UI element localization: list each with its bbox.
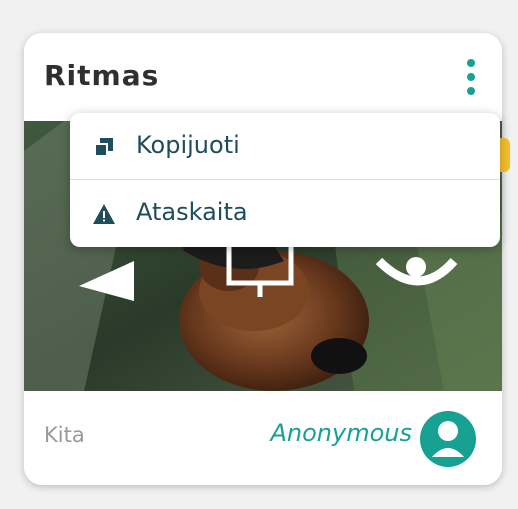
category-label: Kita (44, 423, 85, 447)
game-card[interactable]: Ritmas Kita Anonymous (24, 33, 502, 485)
card-footer: Kita Anonymous (24, 391, 502, 485)
menu-item-label: Kopijuoti (136, 131, 240, 159)
author-name[interactable]: Anonymous (270, 419, 412, 447)
card-title: Ritmas (44, 59, 160, 92)
user-avatar-icon[interactable] (420, 411, 476, 467)
menu-item-copy[interactable]: Kopijuoti (70, 113, 500, 180)
warning-icon (92, 202, 116, 226)
copy-icon (92, 135, 116, 159)
card-options-menu: Kopijuoti Ataskaita (70, 113, 500, 247)
card-header: Ritmas (24, 33, 502, 121)
side-tab (500, 138, 510, 172)
menu-item-label: Ataskaita (136, 198, 248, 226)
more-options-icon[interactable] (464, 57, 478, 97)
menu-item-report[interactable]: Ataskaita (70, 180, 500, 246)
